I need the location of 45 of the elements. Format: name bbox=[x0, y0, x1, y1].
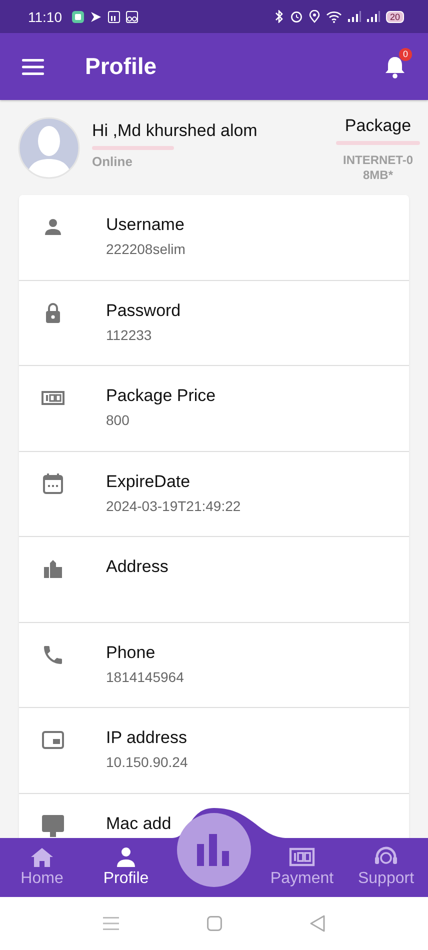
bluetooth-icon bbox=[274, 10, 284, 23]
nav-tab[interactable]: Support bbox=[344, 838, 428, 897]
field-label: Password bbox=[106, 300, 181, 320]
signal-icon bbox=[366, 11, 380, 22]
field-label: Package Price bbox=[106, 386, 216, 406]
building-icon bbox=[41, 557, 65, 581]
person-icon bbox=[114, 846, 138, 868]
online-status: Online bbox=[92, 154, 134, 169]
avatar bbox=[18, 117, 80, 179]
battery-indicator: 20 bbox=[386, 10, 404, 22]
field-label: ExpireDate bbox=[106, 472, 192, 492]
banknote-icon bbox=[289, 846, 315, 868]
play-icon bbox=[90, 10, 102, 22]
field-value: 10.150.90.24 bbox=[106, 754, 188, 770]
app-notification-icon bbox=[108, 10, 120, 22]
field-value: 222208selim bbox=[106, 241, 186, 257]
wifi-icon bbox=[326, 10, 342, 22]
nav-tab[interactable]: Home bbox=[0, 838, 84, 897]
package-label: Package bbox=[344, 116, 412, 136]
nav-tab[interactable]: Profile bbox=[84, 838, 168, 897]
greeting-text: Hi ,Md khurshed alom bbox=[92, 121, 258, 141]
field-value: 112233 bbox=[106, 326, 153, 342]
menu-icon[interactable] bbox=[22, 58, 44, 74]
signal-icon bbox=[348, 11, 361, 22]
field-value: 1814145964 bbox=[106, 668, 184, 684]
field-label: Address bbox=[106, 557, 168, 577]
id-card-icon bbox=[41, 728, 65, 752]
field-label: Username bbox=[106, 215, 186, 235]
page-title: Profile bbox=[85, 53, 157, 80]
bar-chart-icon bbox=[197, 834, 231, 866]
alarm-icon bbox=[290, 10, 303, 23]
calendar-icon bbox=[41, 472, 65, 496]
field-label: Phone bbox=[106, 642, 156, 662]
status-time: 11:10 bbox=[28, 8, 62, 24]
field-value: 2024-03-19T21:49:22 bbox=[106, 498, 241, 514]
nav-tab[interactable]: Payment bbox=[260, 838, 344, 897]
field-value: 800 bbox=[106, 412, 130, 428]
monitor-icon bbox=[41, 814, 65, 838]
home-icon bbox=[30, 846, 54, 868]
location-icon bbox=[308, 10, 320, 23]
field-label: IP address bbox=[106, 728, 188, 748]
notification-badge: 0 bbox=[399, 48, 412, 60]
package-name: INTERNET-08MB* bbox=[342, 153, 414, 183]
field-label: Mac add bbox=[106, 814, 172, 834]
app-notification-icon bbox=[72, 10, 84, 22]
